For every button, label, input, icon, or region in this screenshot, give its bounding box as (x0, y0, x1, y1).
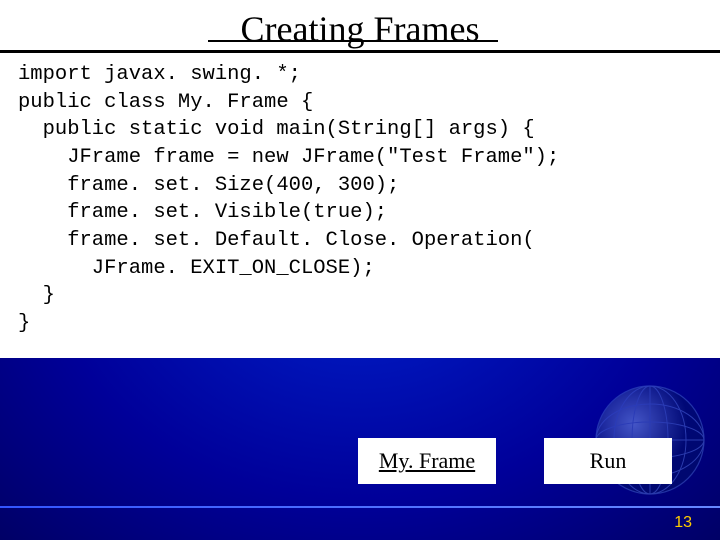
code-line: frame. set. Visible(true); (18, 201, 387, 224)
myframe-button-label: My. Frame (379, 448, 475, 473)
code-line: public class My. Frame { (18, 91, 313, 114)
run-button[interactable]: Run (544, 438, 672, 484)
code-line: frame. set. Size(400, 300); (18, 174, 399, 197)
footer-divider (0, 506, 720, 508)
code-line: public static void main(String[] args) { (18, 118, 535, 141)
button-row: My. Frame Run (358, 438, 672, 484)
code-line: JFrame frame = new JFrame("Test Frame"); (18, 146, 559, 169)
code-line: frame. set. Default. Close. Operation( (18, 229, 535, 252)
run-button-label: Run (590, 448, 627, 473)
code-line: import javax. swing. *; (18, 63, 301, 86)
code-block: import javax. swing. *; public class My.… (0, 53, 720, 358)
slide-title: Creating Frames (0, 0, 720, 53)
code-line: } (18, 312, 30, 335)
code-line: JFrame. EXIT_ON_CLOSE); (18, 257, 375, 280)
page-number: 13 (674, 514, 692, 532)
code-line: } (18, 284, 55, 307)
myframe-button[interactable]: My. Frame (358, 438, 496, 484)
